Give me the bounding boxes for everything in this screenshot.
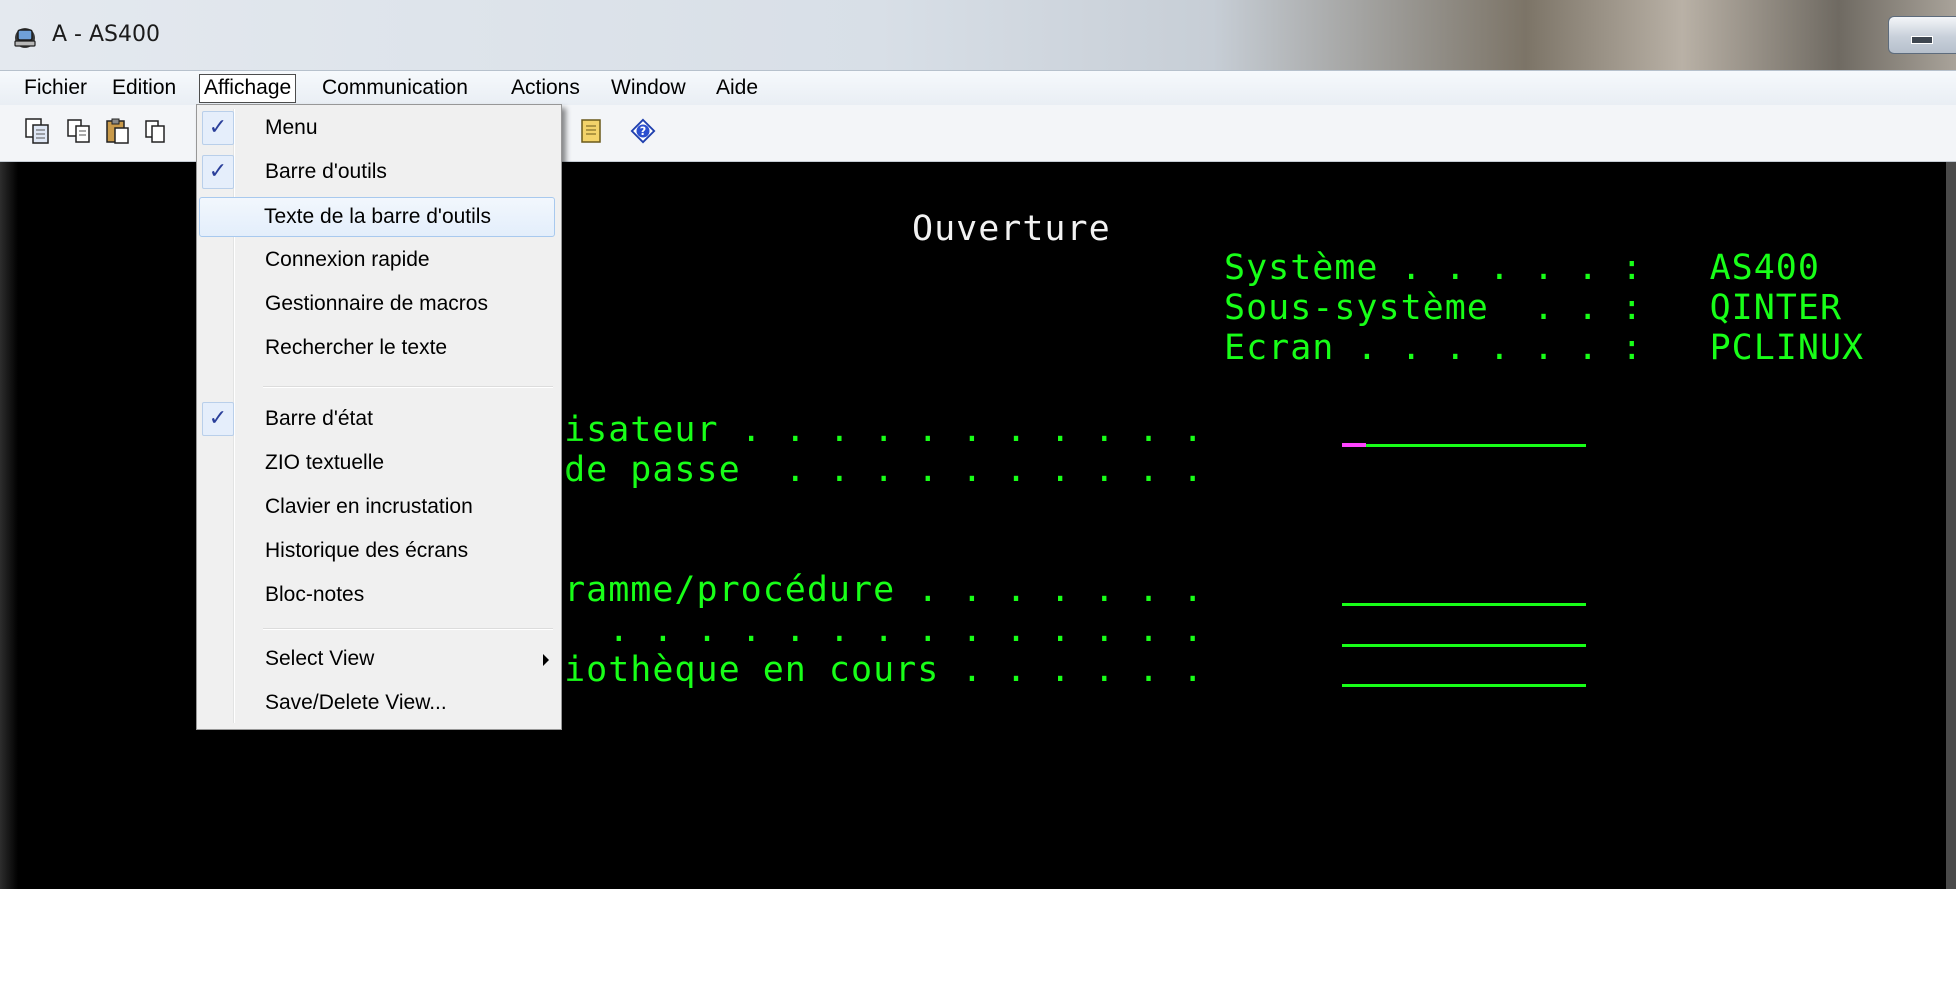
menu-window[interactable]: Window	[607, 74, 690, 101]
minimize-button[interactable]	[1888, 16, 1956, 54]
menu-option-texte-barre-outils[interactable]: Texte de la barre d'outils	[199, 197, 555, 237]
copy-append-icon[interactable]	[142, 117, 168, 145]
menu-option-gestionnaire-macros[interactable]: Gestionnaire de macros	[199, 284, 557, 324]
copy-screen-icon[interactable]	[24, 117, 50, 145]
menu-option-menu[interactable]: ✓ Menu	[199, 108, 557, 148]
user-input-field[interactable]	[1342, 444, 1586, 447]
copy-icon[interactable]	[66, 117, 92, 145]
program-input-field[interactable]	[1342, 603, 1586, 606]
menu-option-label: Texte de la barre d'outils	[264, 205, 491, 228]
text-cursor	[1342, 443, 1366, 447]
menu-input-field[interactable]	[1342, 644, 1586, 647]
menu-bar: Fichier Edition Affichage Communication …	[0, 70, 1956, 106]
menu-prompt: u . . . . . . . . . . . . . .	[542, 610, 1205, 650]
menu-option-zio-textuelle[interactable]: ZIO textuelle	[199, 443, 557, 483]
notepad-icon[interactable]	[578, 117, 604, 145]
program-prompt: gramme/procédure . . . . . . .	[542, 570, 1205, 610]
menu-option-label: Select View	[265, 647, 375, 670]
menu-option-rechercher-texte[interactable]: Rechercher le texte	[199, 328, 557, 368]
menu-fichier[interactable]: Fichier	[20, 74, 91, 101]
menu-option-label: Rechercher le texte	[265, 336, 448, 359]
check-icon: ✓	[202, 402, 234, 436]
menu-separator	[263, 628, 553, 630]
check-icon: ✓	[202, 111, 234, 145]
menu-option-label: Bloc-notes	[265, 583, 365, 606]
menu-option-label: Clavier en incrustation	[265, 495, 473, 518]
window-left-edge	[0, 162, 18, 889]
window-title: A - AS400	[52, 22, 160, 47]
menu-option-label: Save/Delete View...	[265, 691, 447, 714]
menu-option-label: Barre d'outils	[265, 160, 387, 183]
menu-actions[interactable]: Actions	[507, 74, 584, 101]
menu-option-label: ZIO textuelle	[265, 451, 385, 474]
menu-communication[interactable]: Communication	[318, 74, 472, 101]
title-bar: A - AS400	[0, 0, 1956, 74]
subsystem-line: Sous-système . . : QINTER	[1224, 288, 1843, 328]
system-line: Système . . . . . : AS400	[1224, 248, 1820, 288]
menu-edition[interactable]: Edition	[108, 74, 180, 101]
minimize-icon	[1911, 36, 1933, 44]
screen-title: Ouverture	[912, 209, 1111, 249]
menu-option-historique-ecrans[interactable]: Historique des écrans	[199, 531, 557, 571]
paste-icon[interactable]	[104, 117, 130, 145]
menu-option-label: Gestionnaire de macros	[265, 292, 488, 315]
menu-option-connexion-rapide[interactable]: Connexion rapide	[199, 240, 557, 280]
menu-option-label: Connexion rapide	[265, 248, 430, 271]
help-icon[interactable]: ?	[630, 117, 656, 145]
menu-affichage[interactable]: Affichage	[199, 74, 297, 103]
menu-option-barre-outils[interactable]: ✓ Barre d'outils	[199, 152, 557, 192]
menu-option-bloc-notes[interactable]: Bloc-notes	[199, 575, 557, 615]
menu-option-select-view[interactable]: Select View	[199, 639, 557, 679]
check-icon: ✓	[202, 155, 234, 189]
menu-separator	[263, 386, 553, 388]
submenu-arrow-icon	[543, 654, 549, 666]
menu-aide[interactable]: Aide	[712, 74, 762, 101]
library-input-field[interactable]	[1342, 684, 1586, 687]
menu-option-label: Historique des écrans	[265, 539, 469, 562]
screen-line: Ecran . . . . . . : PCLINUX	[1224, 328, 1865, 368]
menu-option-barre-etat[interactable]: ✓ Barre d'état	[199, 399, 557, 439]
menu-option-clavier-incrustation[interactable]: Clavier en incrustation	[199, 487, 557, 527]
library-prompt: liothèque en cours . . . . . .	[542, 650, 1205, 690]
terminal-app-icon	[14, 28, 36, 48]
affichage-dropdown-menu: ✓ Menu ✓ Barre d'outils Texte de la barr…	[196, 104, 562, 730]
menu-option-label: Barre d'état	[265, 407, 373, 430]
menu-option-label: Menu	[265, 116, 318, 139]
window-right-edge	[1946, 162, 1956, 889]
password-prompt: de passe . . . . . . . . . .	[542, 450, 1205, 490]
svg-text:?: ?	[640, 125, 646, 138]
user-prompt: lisateur . . . . . . . . . . .	[542, 410, 1205, 450]
menu-option-save-delete-view[interactable]: Save/Delete View...	[199, 683, 557, 723]
